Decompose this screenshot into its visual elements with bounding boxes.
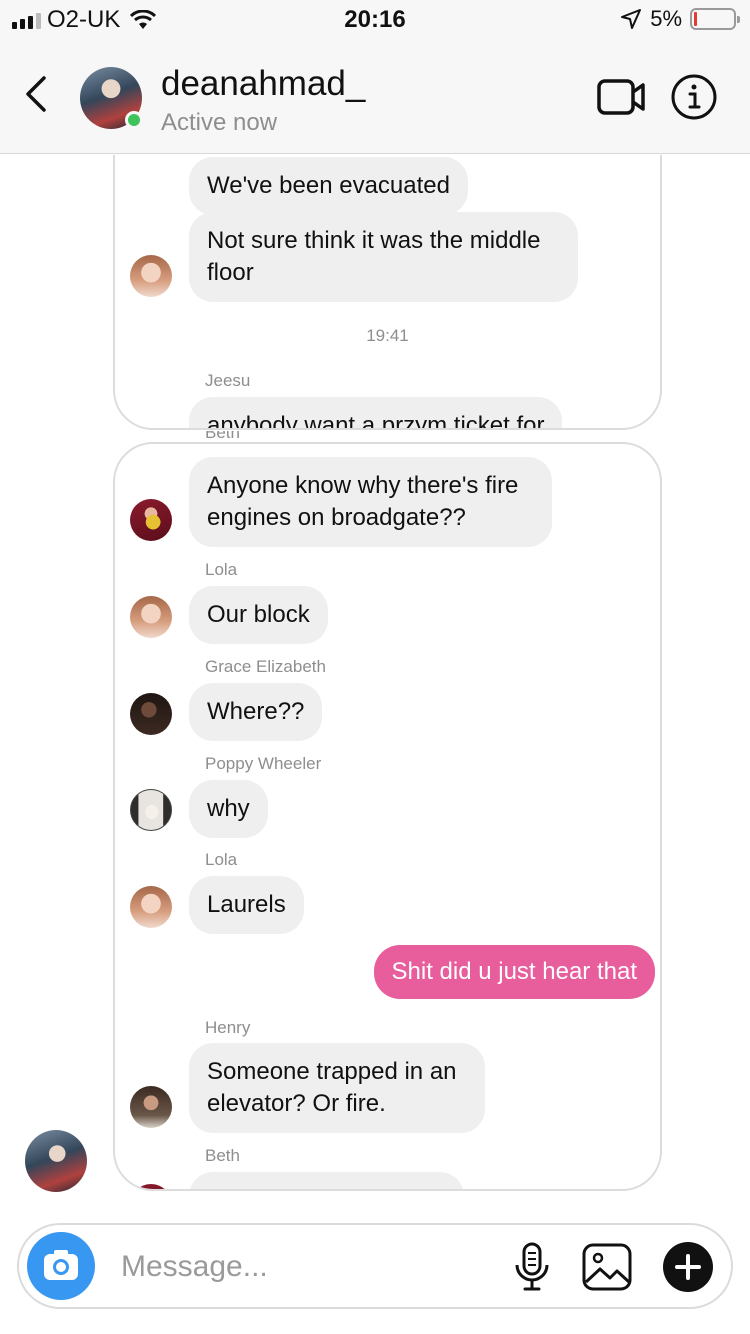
- sender-avatar: [130, 886, 172, 928]
- message-bubble-partial: anybody want a przym ticket for: [189, 397, 563, 428]
- sender-name: Jeesu: [205, 371, 251, 390]
- sender-avatar: [130, 1086, 172, 1128]
- location-arrow-icon: [621, 9, 642, 29]
- message-composer: [17, 1223, 733, 1309]
- sender-avatar: [130, 693, 172, 735]
- message-bubble: Laurels: [189, 876, 304, 934]
- message-input[interactable]: [121, 1247, 501, 1287]
- shared-thread-card[interactable]: We've been evacuated Not sure think it w…: [113, 155, 662, 430]
- message-bubble: Not sure think it was the middle floor: [189, 212, 578, 302]
- online-indicator: [125, 111, 143, 129]
- message-bubble-partial: [189, 1172, 464, 1189]
- sender-name-partial: Beth: [205, 431, 240, 439]
- conversation-header: deanahmad_ Active now: [0, 40, 750, 154]
- my-message-bubble: Shit did u just hear that: [373, 945, 655, 999]
- message-bubble: We've been evacuated: [189, 157, 468, 215]
- microphone-icon[interactable]: [511, 1241, 553, 1293]
- back-chevron-icon[interactable]: [20, 74, 52, 114]
- contact-username[interactable]: deanahmad_: [161, 64, 365, 104]
- gallery-icon[interactable]: [581, 1242, 633, 1292]
- more-options-button[interactable]: [663, 1242, 713, 1292]
- message-bubble: Anyone know why there's fire engines on …: [189, 457, 552, 547]
- message-bubble: Someone trapped in an elevator? Or fire.: [189, 1043, 485, 1133]
- message-bubble: Our block: [189, 586, 328, 644]
- timestamp: 19:41: [366, 326, 409, 345]
- sender-name: Henry: [205, 1018, 251, 1037]
- sender-name: Poppy Wheeler: [205, 754, 322, 773]
- status-bar: O2-UK 20:16 5%: [0, 0, 750, 40]
- message-bubble: why: [189, 780, 268, 838]
- active-status: Active now: [161, 109, 278, 136]
- sender-name: Beth: [205, 1146, 240, 1165]
- camera-icon: [44, 1250, 78, 1280]
- info-icon[interactable]: [670, 73, 718, 121]
- sender-avatar: [130, 1184, 172, 1189]
- status-right: 5%: [620, 6, 740, 32]
- sender-avatar: [130, 789, 172, 831]
- battery-icon: [690, 8, 740, 30]
- my-avatar: [25, 1130, 87, 1192]
- video-call-icon[interactable]: [596, 76, 646, 118]
- sender-avatar: [130, 499, 172, 541]
- sender-avatar: [130, 596, 172, 638]
- message-list[interactable]: We've been evacuated Not sure think it w…: [0, 155, 750, 1215]
- sender-name: Lola: [205, 850, 238, 869]
- camera-button[interactable]: [27, 1232, 95, 1300]
- battery-percent: 5%: [650, 6, 682, 31]
- sender-avatar: [130, 255, 172, 297]
- plus-icon: [675, 1254, 701, 1280]
- message-bubble: Where??: [189, 683, 323, 741]
- sender-name: Lola: [205, 560, 238, 579]
- shared-thread-card[interactable]: Anyone know why there's fire engines on …: [113, 442, 662, 1191]
- sender-name: Grace Elizabeth: [205, 657, 326, 676]
